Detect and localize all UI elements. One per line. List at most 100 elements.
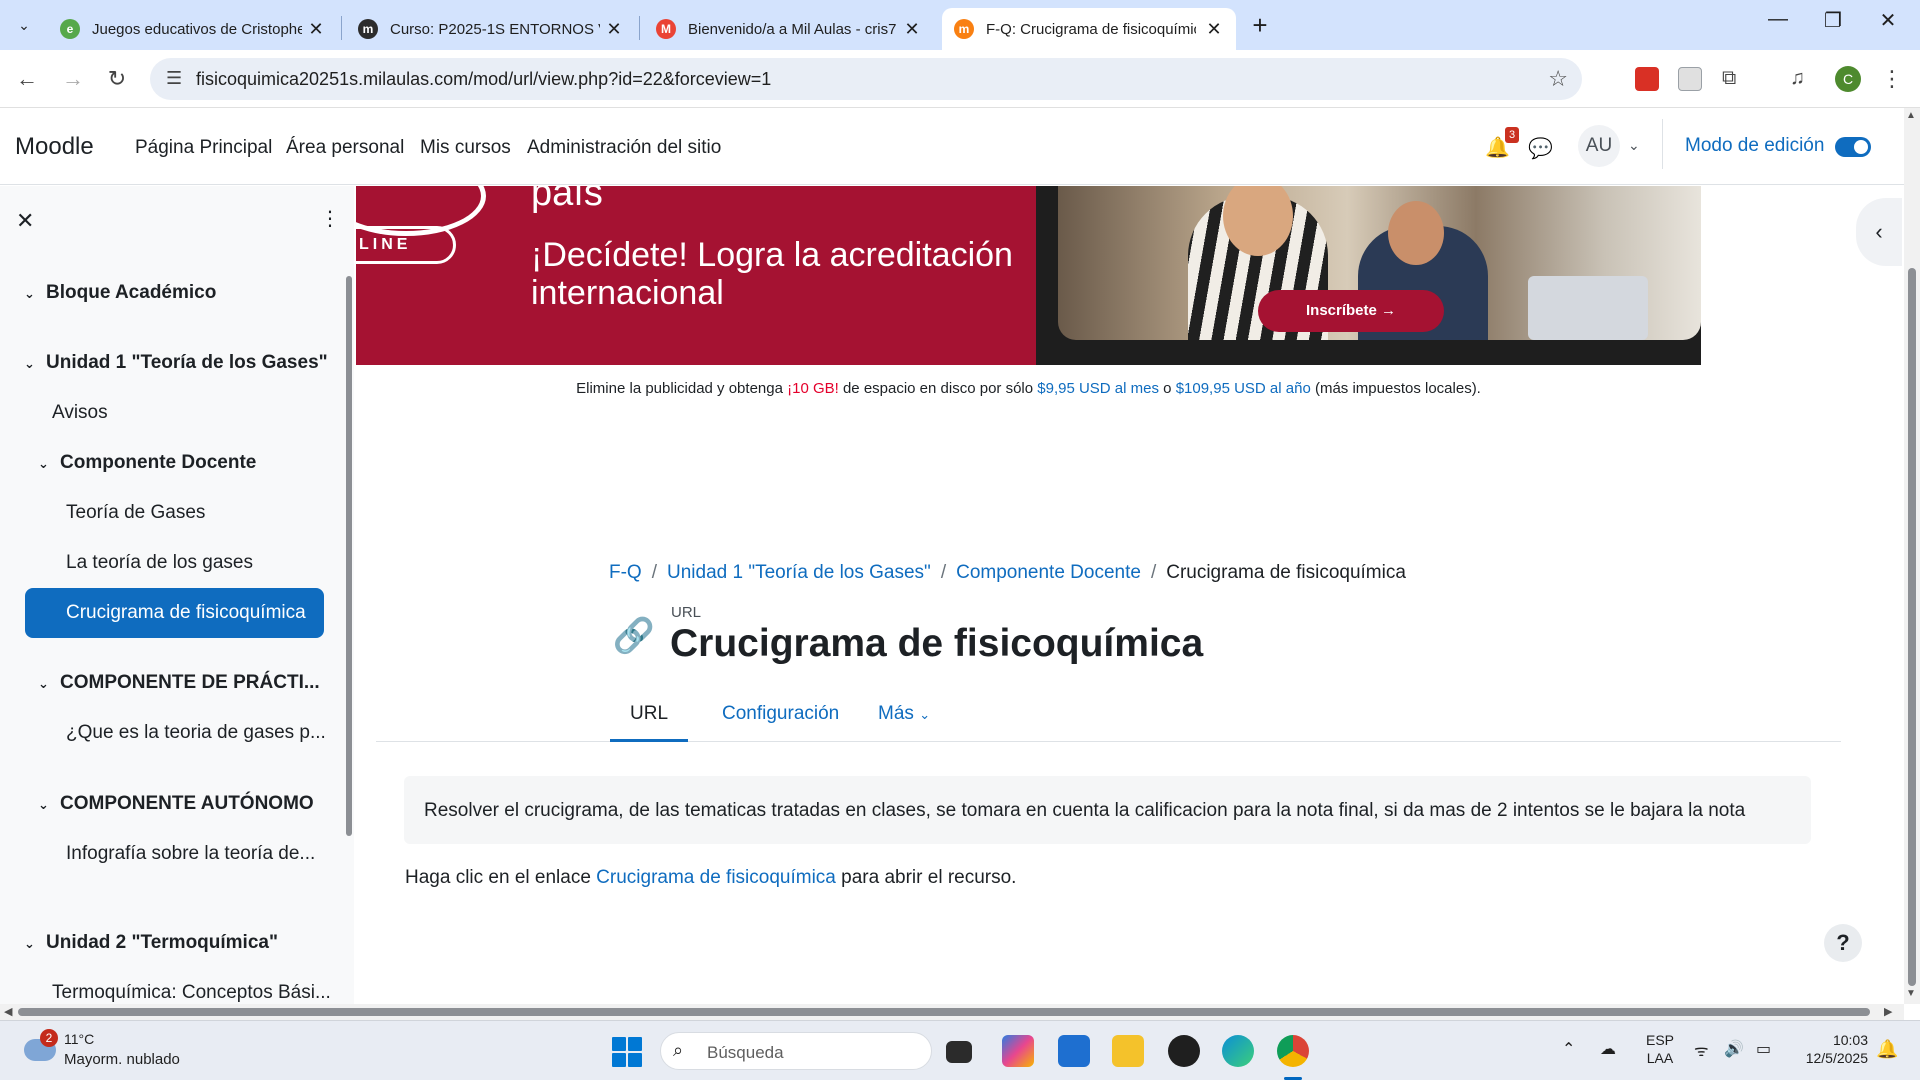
chevron-down-icon[interactable]: ⌄ [38, 456, 60, 472]
scroll-right-arrow-icon[interactable]: ▶ [1884, 1005, 1892, 1018]
close-tab-icon[interactable]: ✕ [1204, 19, 1224, 40]
course-index-section[interactable]: ⌄ Unidad 2 "Termoquímica" [24, 932, 278, 954]
tab-configuracion[interactable]: Configuración [702, 686, 859, 742]
address-bar[interactable]: ☰ fisicoquimica20251s.milaulas.com/mod/u… [150, 58, 1582, 100]
breadcrumb-unit-link[interactable]: Unidad 1 "Teoría de los Gases" [667, 562, 931, 583]
scroll-left-arrow-icon[interactable]: ◀ [4, 1005, 12, 1018]
course-index-subsection[interactable]: ⌄ Componente Docente [38, 452, 256, 474]
messages-chat-icon[interactable]: 💬 [1528, 136, 1553, 161]
reload-icon[interactable]: ↻ [102, 64, 132, 94]
course-index-section[interactable]: ⌄ Bloque Académico [24, 282, 216, 304]
bookmark-star-icon[interactable]: ☆ [1548, 66, 1568, 92]
course-index-item[interactable]: La teoría de los gases [66, 552, 253, 574]
store-icon[interactable] [1058, 1035, 1090, 1067]
resource-link[interactable]: Crucigrama de fisicoquímica [596, 867, 836, 888]
page-horizontal-scrollbar[interactable]: ◀ ▶ [0, 1004, 1904, 1020]
course-index-item[interactable]: Infografía sobre la teoría de... [66, 843, 315, 865]
taskbar-clock[interactable]: 10:03 12/5/2025 [1796, 1031, 1868, 1067]
edit-mode-toggle[interactable] [1835, 137, 1871, 157]
tab-more[interactable]: Más ⌄ [858, 686, 950, 742]
new-tab-plus-icon[interactable]: + [1245, 10, 1275, 41]
minimize-icon[interactable]: — [1758, 8, 1798, 31]
drawer-kebab-icon[interactable]: ⋮ [320, 206, 340, 231]
chevron-down-icon[interactable]: ⌄ [24, 936, 46, 952]
navbar-divider [1662, 119, 1663, 169]
file-explorer-icon[interactable] [1112, 1035, 1144, 1067]
breadcrumb-component-link[interactable]: Componente Docente [956, 562, 1141, 583]
extensions-puzzle-icon[interactable]: ⧉ [1722, 67, 1746, 91]
ad-removal-note: Elimine la publicidad y obtenga ¡10 GB! … [576, 380, 1481, 397]
wifi-icon[interactable]: ᯤ [1694, 1039, 1709, 1061]
tab-url[interactable]: URL [610, 686, 689, 742]
chevron-down-icon[interactable]: ⌄ [38, 676, 60, 692]
url-text[interactable]: fisicoquimica20251s.milaulas.com/mod/url… [196, 69, 771, 90]
close-tab-icon[interactable]: ✕ [306, 19, 326, 40]
notification-center-icon[interactable]: 🔔 [1876, 1039, 1898, 1060]
menu-kebab-icon[interactable]: ⋮ [1880, 67, 1904, 91]
chevron-up-icon[interactable]: ⌃ [1562, 1039, 1575, 1059]
tab-search-chevron-icon[interactable]: ⌄ [10, 13, 38, 37]
monthly-price-link[interactable]: $9,95 USD al mes [1037, 380, 1159, 397]
battery-icon[interactable]: ▭ [1756, 1039, 1771, 1059]
chevron-down-icon[interactable]: ⌄ [24, 356, 46, 372]
user-avatar[interactable]: AU [1578, 125, 1620, 167]
yearly-price-link[interactable]: $109,95 USD al año [1176, 380, 1311, 397]
close-window-icon[interactable]: ✕ [1868, 8, 1908, 33]
media-player-icon[interactable] [1168, 1035, 1200, 1067]
edge-icon[interactable] [1222, 1035, 1254, 1067]
chevron-down-icon[interactable]: ⌄ [24, 286, 46, 302]
scroll-thumb[interactable] [1908, 268, 1916, 986]
open-block-drawer-chevron-left-icon[interactable]: ‹ [1856, 198, 1902, 266]
forward-arrow-icon[interactable]: → [58, 64, 88, 94]
ad-signup-button[interactable]: Inscríbete → [1258, 290, 1444, 332]
help-question-icon[interactable]: ? [1824, 924, 1862, 962]
extension-red-icon[interactable] [1635, 67, 1659, 91]
close-tab-icon[interactable]: ✕ [604, 19, 624, 40]
taskbar-search[interactable]: ⌕ Búsqueda [660, 1032, 932, 1070]
windows-start-icon[interactable] [612, 1037, 642, 1067]
tab-separator [639, 16, 640, 40]
breadcrumb-course-link[interactable]: F-Q [609, 562, 642, 583]
scroll-thumb[interactable] [18, 1008, 1870, 1016]
chevron-down-icon[interactable]: ⌄ [38, 797, 60, 813]
browser-profile-avatar[interactable]: C [1835, 66, 1861, 92]
course-index-subsection[interactable]: ⌄ COMPONENTE DE PRÁCTI... [38, 672, 320, 694]
course-index-section[interactable]: ⌄ Unidad 1 "Teoría de los Gases" [24, 352, 328, 374]
advertisement-banner[interactable]: LINE país ¡Decídete! Logra la acreditaci… [356, 186, 1701, 365]
nav-home-link[interactable]: Página Principal [135, 137, 272, 159]
course-index-subsection[interactable]: ⌄ COMPONENTE AUTÓNOMO [38, 793, 314, 815]
course-index-item[interactable]: Avisos [52, 402, 108, 424]
media-control-icon[interactable]: ♫ [1790, 67, 1814, 91]
drawer-scrollbar[interactable] [346, 276, 352, 836]
volume-icon[interactable]: 🔊 [1724, 1039, 1744, 1059]
reader-mode-icon[interactable] [1678, 67, 1702, 91]
site-brand[interactable]: Moodle [15, 133, 94, 161]
copilot-icon[interactable] [1002, 1035, 1034, 1067]
chrome-icon[interactable] [1277, 1035, 1309, 1067]
course-index-item[interactable]: ¿Que es la teoria de gases p... [66, 722, 326, 744]
course-index-item-active[interactable]: Crucigrama de fisicoquímica [25, 588, 324, 638]
browser-tab-4-active[interactable]: m F-Q: Crucigrama de fisicoquímic ✕ [942, 8, 1236, 50]
chevron-down-icon[interactable]: ⌄ [1628, 137, 1640, 154]
nav-dashboard-link[interactable]: Área personal [286, 137, 404, 159]
nav-site-admin-link[interactable]: Administración del sitio [527, 137, 721, 159]
task-view-icon[interactable] [946, 1041, 972, 1063]
browser-tab-1[interactable]: e Juegos educativos de Cristophe ✕ [48, 8, 338, 50]
scroll-up-arrow-icon[interactable]: ▲ [1906, 110, 1916, 121]
restore-icon[interactable]: ❐ [1813, 8, 1853, 33]
close-tab-icon[interactable]: ✕ [902, 19, 922, 40]
browser-tab-2[interactable]: m Curso: P2025-1S ENTORNOS VI ✕ [346, 8, 636, 50]
weather-description[interactable]: Mayorm. nublado [64, 1051, 180, 1068]
back-arrow-icon[interactable]: ← [12, 64, 42, 94]
input-language[interactable]: ESP LAA [1646, 1031, 1674, 1067]
site-info-icon[interactable]: ☰ [166, 68, 182, 89]
course-index-item[interactable]: Termoquímica: Conceptos Bási... [52, 982, 331, 1004]
page-vertical-scrollbar[interactable]: ▲ ▼ [1904, 108, 1920, 1004]
scroll-down-arrow-icon[interactable]: ▼ [1906, 988, 1916, 999]
nav-my-courses-link[interactable]: Mis cursos [420, 137, 511, 159]
course-index-item[interactable]: Teoría de Gases [66, 502, 205, 524]
close-drawer-icon[interactable]: ✕ [16, 208, 34, 234]
weather-temperature[interactable]: 11°C [64, 1031, 94, 1047]
onedrive-cloud-icon[interactable]: ☁ [1600, 1039, 1616, 1059]
browser-tab-3[interactable]: M Bienvenido/a a Mil Aulas - cris7 ✕ [644, 8, 934, 50]
